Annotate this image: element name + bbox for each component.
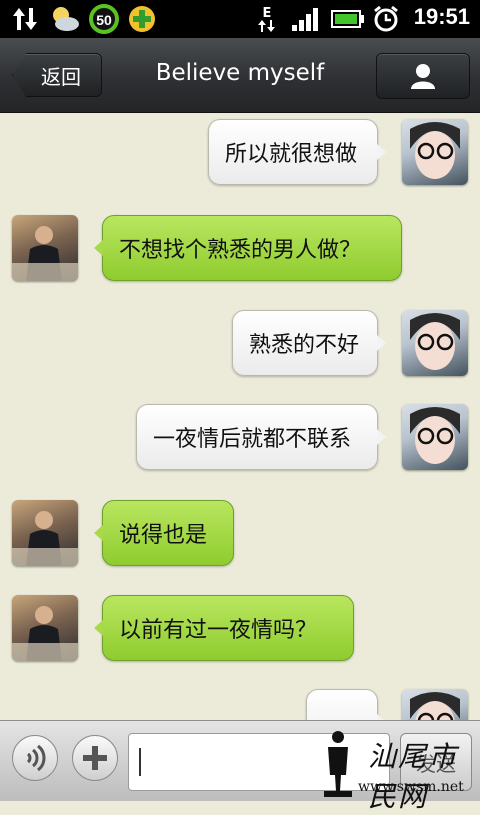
- back-button[interactable]: 返回: [12, 53, 102, 97]
- my-avatar[interactable]: [402, 404, 468, 470]
- chat-title: Believe myself: [155, 60, 325, 86]
- input-bar: 发送 汕尾市民网 www.swsm.net: [0, 720, 480, 813]
- chat-list[interactable]: 所以就很想做 不想找个熟悉的男人做？ 熟悉的不好 一夜情后就都不联系 说得也是 …: [0, 112, 480, 720]
- message-bubble-sent[interactable]: 一夜情后就都不联系: [136, 404, 386, 470]
- message-bubble-sent[interactable]: 熟悉的不好: [232, 310, 386, 376]
- voice-icon: [26, 744, 46, 772]
- alarm-icon: [370, 5, 402, 33]
- profile-button[interactable]: [376, 53, 470, 99]
- add-attachment-button[interactable]: [72, 735, 118, 781]
- clock: 19:51: [413, 4, 470, 29]
- weather-icon: [48, 5, 82, 33]
- contact-avatar[interactable]: [12, 595, 78, 661]
- title-bar: 返回 Believe myself: [0, 38, 480, 113]
- status-bar: 50 E 19:51: [0, 0, 480, 38]
- data-transfer-icon: [8, 5, 44, 33]
- message-bubble-sent[interactable]: 没: [306, 689, 386, 720]
- badge-number: 50: [96, 12, 112, 28]
- my-avatar[interactable]: [402, 119, 468, 185]
- plus-icon: [83, 746, 107, 770]
- battery-percent-badge: 50: [86, 4, 122, 34]
- site-watermark: 汕尾市民网 www.swsm.net: [318, 729, 478, 813]
- voice-button[interactable]: [12, 735, 58, 781]
- message-bubble-sent[interactable]: 所以就很想做: [208, 119, 386, 185]
- app-plus-icon: [124, 5, 160, 33]
- message-bubble-received[interactable]: 以前有过一夜情吗？: [94, 595, 354, 661]
- signal-icon: [288, 5, 324, 33]
- contact-avatar[interactable]: [12, 500, 78, 566]
- contact-avatar[interactable]: [12, 215, 78, 281]
- person-icon: [411, 64, 435, 89]
- network-letter: E: [262, 5, 272, 21]
- my-avatar[interactable]: [402, 310, 468, 376]
- my-avatar[interactable]: [402, 689, 468, 720]
- statue-watermark-icon: [324, 731, 352, 797]
- battery-icon: [330, 5, 366, 33]
- watermark-text: 汕尾市民网: [368, 740, 459, 813]
- message-bubble-received[interactable]: 说得也是: [94, 500, 234, 566]
- message-bubble-received[interactable]: 不想找个熟悉的男人做？: [94, 215, 402, 281]
- text-caret: [139, 748, 141, 776]
- watermark-url: www.swsm.net: [358, 779, 464, 795]
- edge-network-icon: E: [254, 5, 280, 33]
